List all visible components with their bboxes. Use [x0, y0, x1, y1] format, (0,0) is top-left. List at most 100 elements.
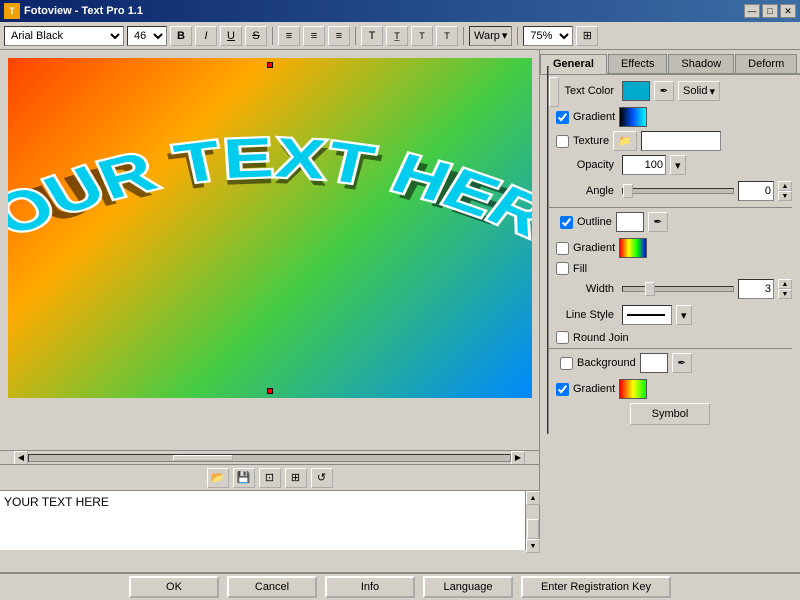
gradient-checkbox[interactable]: [556, 111, 569, 124]
align-center-button[interactable]: ≡: [303, 26, 325, 46]
opacity-dropdown[interactable]: ▾: [670, 155, 686, 175]
angle-row: Angle ▲ ▼: [548, 181, 792, 201]
separator-2: [548, 348, 792, 349]
info-button[interactable]: Info: [325, 576, 415, 598]
background-checkbox[interactable]: [560, 357, 573, 370]
angle-spinner: ▲ ▼: [778, 181, 792, 201]
text-color-box[interactable]: [622, 81, 650, 101]
separator-1: [548, 207, 792, 208]
symbol-btn-label: Symbol: [652, 408, 689, 420]
ok-button[interactable]: OK: [129, 576, 219, 598]
angle-slider-track[interactable]: [622, 188, 734, 194]
outline-checkbox[interactable]: [560, 216, 573, 229]
refresh-button[interactable]: ↺: [311, 468, 333, 488]
tab-shadow[interactable]: Shadow: [668, 54, 734, 73]
fit-canvas-button[interactable]: ⊡: [259, 468, 281, 488]
background-color-box[interactable]: [640, 353, 668, 373]
zoom-select[interactable]: 75% 50% 100% 125%: [523, 26, 573, 46]
angle-slider-thumb[interactable]: [623, 184, 633, 198]
angle-input[interactable]: [738, 181, 774, 201]
selection-handle-top[interactable]: [267, 62, 273, 68]
align-left-button[interactable]: ≡: [278, 26, 300, 46]
gradient2-label: Gradient: [573, 383, 615, 395]
gradient-label: Gradient: [573, 111, 615, 123]
zoom-canvas-button[interactable]: ⊞: [285, 468, 307, 488]
chevron-down-icon: ▾: [502, 29, 508, 42]
panel-content: Text Color ✒ Solid ▾ Gradient Texture 📁: [540, 75, 800, 435]
background-eyedropper[interactable]: ✒: [672, 353, 692, 373]
width-slider-track[interactable]: [622, 286, 734, 292]
text-scroll-thumb[interactable]: [527, 519, 539, 539]
opacity-chevron-icon: ▾: [675, 159, 681, 172]
outline-gradient-preview[interactable]: [619, 238, 647, 258]
width-spin-up[interactable]: ▲: [778, 279, 792, 289]
text-color-eyedropper[interactable]: ✒: [654, 81, 674, 101]
line-style-dropdown[interactable]: ▾: [676, 305, 692, 325]
strikethrough-button[interactable]: S: [245, 26, 267, 46]
gradient-preview[interactable]: [619, 107, 647, 127]
solid-dropdown[interactable]: Solid ▾: [678, 81, 720, 101]
background-label: Background: [577, 357, 636, 369]
italic-button[interactable]: I: [195, 26, 217, 46]
outline-color-box[interactable]: [616, 212, 644, 232]
text-fit-button[interactable]: T: [361, 26, 383, 46]
minimize-button[interactable]: —: [744, 4, 760, 18]
canvas-text-display: YOUR TEXT HERE YOUR TEXT HERE YOUR TEXT …: [20, 118, 520, 338]
solid-chevron-icon: ▾: [709, 85, 715, 98]
width-slider-thumb[interactable]: [645, 282, 655, 296]
tab-effects[interactable]: Effects: [608, 54, 667, 73]
outline-gradient-checkbox[interactable]: [556, 242, 569, 255]
register-button[interactable]: Enter Registration Key: [521, 576, 671, 598]
underline-button[interactable]: U: [220, 26, 242, 46]
canvas-area: YOUR TEXT HERE YOUR TEXT HERE YOUR TEXT …: [0, 50, 540, 550]
canvas-text-content[interactable]: YOUR TEXT HERE: [0, 491, 539, 513]
warp-dropdown[interactable]: Warp ▾: [469, 26, 512, 46]
align-right-button[interactable]: ≡: [328, 26, 350, 46]
h-scrollbar-thumb[interactable]: [173, 455, 233, 461]
canvas-text-v-scrollbar: ▲ ▼: [525, 491, 539, 550]
maximize-button[interactable]: □: [762, 4, 778, 18]
width-spinner: ▲ ▼: [778, 279, 792, 299]
symbol-button[interactable]: Symbol: [630, 403, 710, 425]
text-style-button[interactable]: T̲: [386, 26, 408, 46]
tab-general[interactable]: General: [540, 54, 607, 74]
texture-folder-btn[interactable]: 📁: [613, 131, 637, 151]
text-scroll-down[interactable]: ▼: [526, 539, 540, 553]
font-select[interactable]: Arial Black: [4, 26, 124, 46]
scroll-right-arrow[interactable]: ▶: [511, 451, 525, 465]
canvas-main[interactable]: YOUR TEXT HERE YOUR TEXT HERE YOUR TEXT …: [0, 50, 540, 450]
text-box-button[interactable]: T: [411, 26, 433, 46]
angle-spin-up[interactable]: ▲: [778, 181, 792, 191]
text-shadow-button[interactable]: T: [436, 26, 458, 46]
angle-spin-down[interactable]: ▼: [778, 191, 792, 201]
opacity-label: Opacity: [548, 159, 618, 171]
save-image-button[interactable]: 💾: [233, 468, 255, 488]
texture-label: Texture: [573, 135, 609, 147]
open-image-button[interactable]: 📂: [207, 468, 229, 488]
gradient2-preview[interactable]: [619, 379, 647, 399]
title-bar: T Fotoview - Text Pro 1.1 — □ ✕: [0, 0, 800, 22]
gradient2-checkbox[interactable]: [556, 383, 569, 396]
round-join-checkbox[interactable]: [556, 331, 569, 344]
tab-deform[interactable]: Deform: [735, 54, 797, 73]
texture-row: Texture 📁: [548, 131, 792, 151]
width-label: Width: [548, 283, 618, 295]
language-button[interactable]: Language: [423, 576, 513, 598]
outline-eyedropper[interactable]: ✒: [648, 212, 668, 232]
bold-button[interactable]: B: [170, 26, 192, 46]
fill-checkbox[interactable]: [556, 262, 569, 275]
zoom-icon-button[interactable]: ⊞: [576, 26, 598, 46]
text-scroll-up[interactable]: ▲: [526, 491, 540, 505]
texture-checkbox[interactable]: [556, 135, 569, 148]
font-size-select[interactable]: 46: [127, 26, 167, 46]
v-scrollbar-thumb[interactable]: [549, 77, 559, 107]
opacity-input[interactable]: [622, 155, 666, 175]
width-spin-down[interactable]: ▼: [778, 289, 792, 299]
width-input[interactable]: [738, 279, 774, 299]
close-button[interactable]: ✕: [780, 4, 796, 18]
canvas-bottom-toolbar: 📂 💾 ⊡ ⊞ ↺: [0, 464, 539, 490]
cancel-button[interactable]: Cancel: [227, 576, 317, 598]
selection-handle-bottom[interactable]: [267, 388, 273, 394]
scroll-left-arrow[interactable]: ◀: [14, 451, 28, 465]
line-style-chevron-icon: ▾: [681, 309, 687, 322]
